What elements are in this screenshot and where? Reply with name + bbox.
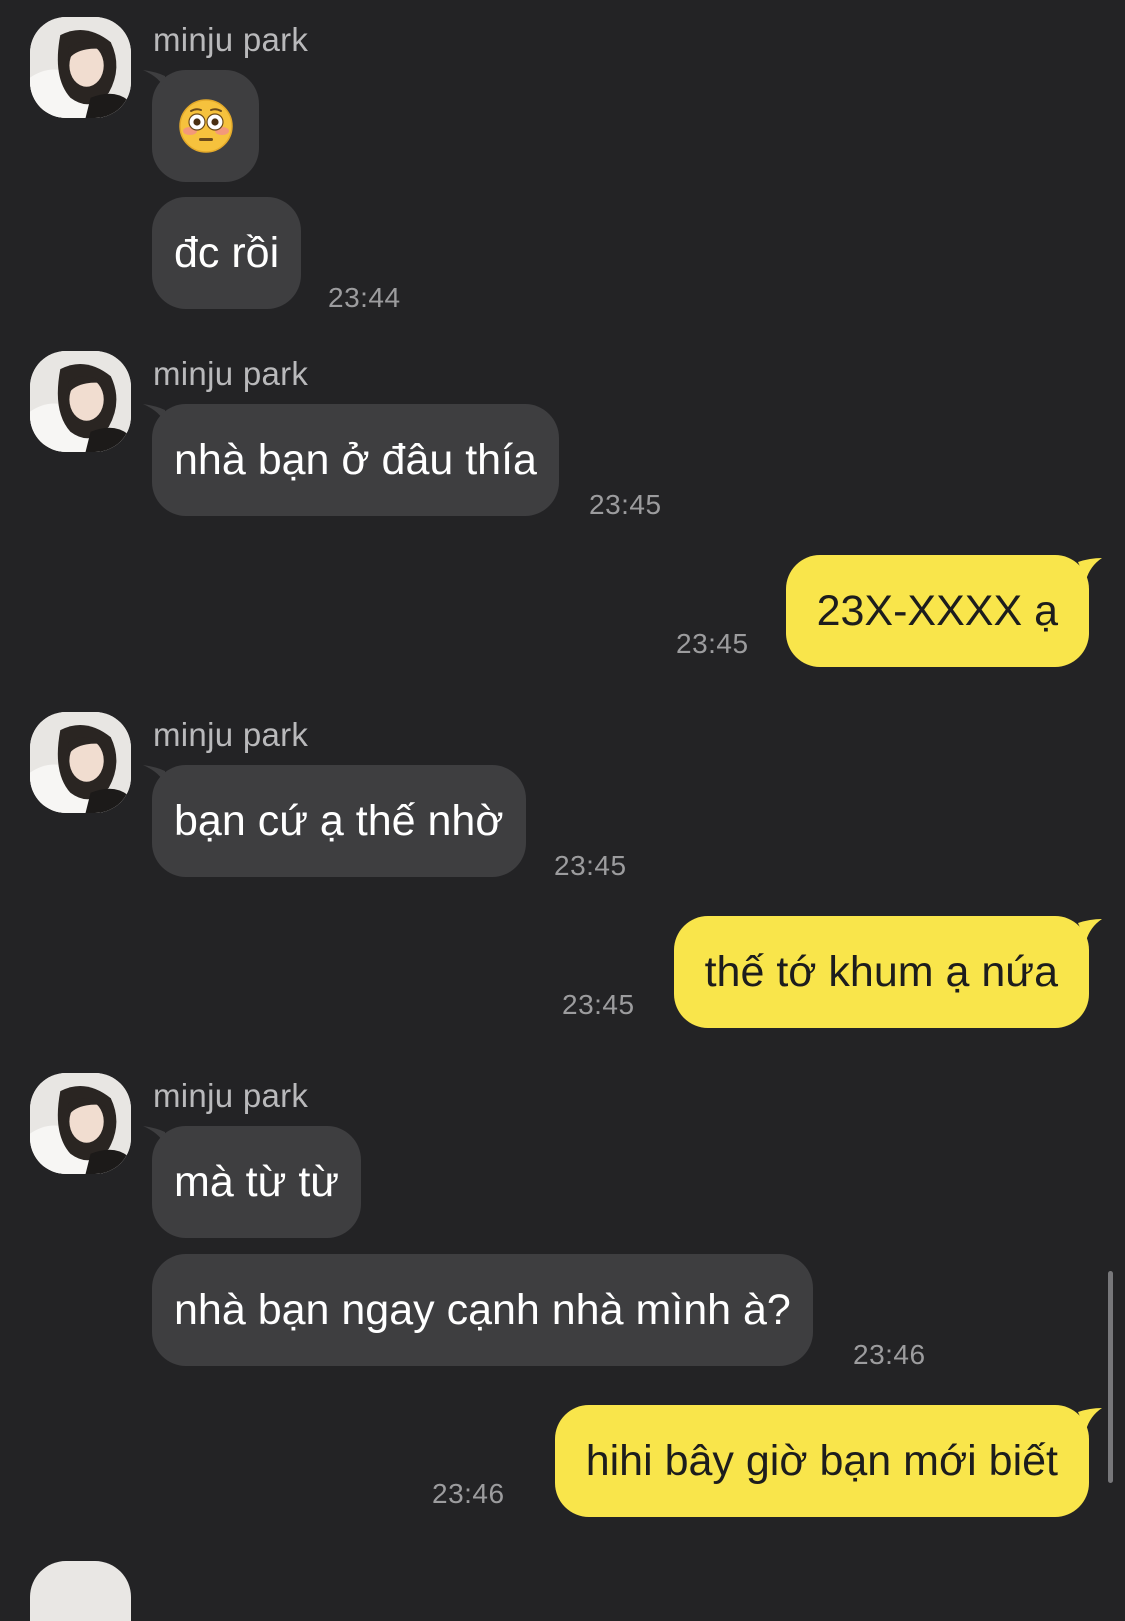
message-text: 23X-XXXX ạ xyxy=(816,586,1058,635)
avatar[interactable] xyxy=(30,1073,131,1174)
avatar[interactable] xyxy=(30,1561,131,1621)
message-bubble-outgoing[interactable]: hihi bây giờ bạn mới biết xyxy=(554,1405,1089,1517)
profile-photo-icon xyxy=(30,1073,131,1174)
timestamp: 23:45 xyxy=(589,489,662,520)
message-text: bạn cứ ạ thế nhờ xyxy=(174,796,504,845)
message-bubble-incoming[interactable]: mà từ từ xyxy=(152,1126,362,1238)
message-text: nhà bạn ở đâu thía xyxy=(174,435,537,484)
message-text: mà từ từ xyxy=(174,1157,340,1206)
bubble-tail xyxy=(1078,558,1102,580)
message-bubble-incoming[interactable]: đc rồi xyxy=(152,197,302,309)
message-bubble-incoming[interactable]: nhà bạn ở đâu thía xyxy=(152,404,559,516)
sender-name: minju park xyxy=(153,21,309,58)
bubble-tail xyxy=(1078,919,1102,941)
message-bubble-incoming[interactable]: bạn cứ ạ thế nhờ xyxy=(152,765,526,877)
message-bubble-incoming[interactable]: nhà bạn ngay cạnh nhà mình à? xyxy=(152,1254,813,1366)
profile-photo-icon xyxy=(30,351,131,452)
timestamp: 23:45 xyxy=(554,850,627,881)
scrollbar[interactable] xyxy=(1108,1271,1113,1483)
sender-name: minju park xyxy=(153,1077,309,1114)
message-text: đc rồi xyxy=(174,228,280,277)
timestamp: 23:46 xyxy=(432,1478,505,1509)
avatar[interactable] xyxy=(30,17,131,118)
sender-name: minju park xyxy=(153,355,309,392)
message-text: thế tớ khum ạ nứa xyxy=(704,947,1058,996)
message-bubble-outgoing[interactable]: thế tớ khum ạ nứa xyxy=(673,916,1089,1028)
bubble-tail xyxy=(1078,1408,1102,1430)
avatar[interactable] xyxy=(30,712,131,813)
timestamp: 23:45 xyxy=(562,989,635,1020)
timestamp: 23:46 xyxy=(853,1339,926,1370)
timestamp: 23:44 xyxy=(328,282,401,313)
message-text: hihi bây giờ bạn mới biết xyxy=(585,1436,1058,1485)
message-text: nhà bạn ngay cạnh nhà mình à? xyxy=(174,1285,791,1334)
sender-name: minju park xyxy=(153,716,309,753)
profile-photo-icon xyxy=(30,712,131,813)
profile-photo-icon xyxy=(30,17,131,118)
message-bubble-incoming[interactable] xyxy=(152,70,259,182)
message-bubble-outgoing[interactable]: 23X-XXXX ạ xyxy=(785,555,1089,667)
avatar[interactable] xyxy=(30,351,131,452)
timestamp: 23:45 xyxy=(676,628,749,659)
flushed-face-icon xyxy=(178,99,233,153)
